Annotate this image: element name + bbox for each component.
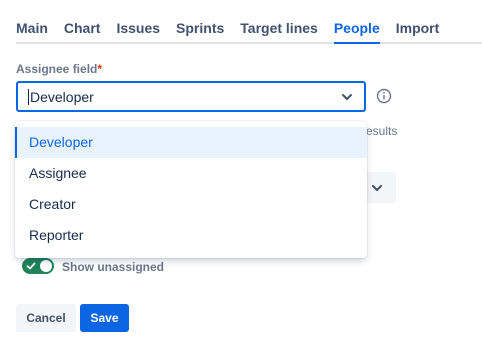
text-cursor — [28, 88, 29, 105]
option-developer[interactable]: Developer — [15, 127, 367, 158]
toggle-knob — [40, 260, 52, 272]
chevron-down-icon — [372, 185, 382, 191]
check-icon — [26, 262, 36, 270]
cancel-button[interactable]: Cancel — [16, 304, 76, 332]
assignee-field-label-text: Assignee field — [16, 62, 98, 76]
assignee-options-menu: Developer Assignee Creator Reporter — [15, 121, 367, 258]
tab-main[interactable]: Main — [16, 18, 48, 42]
tab-chart[interactable]: Chart — [64, 18, 101, 42]
chevron-down-icon[interactable] — [340, 90, 354, 104]
results-hint-text: esults — [366, 124, 398, 138]
tab-import[interactable]: Import — [396, 18, 440, 42]
save-button[interactable]: Save — [80, 304, 129, 332]
option-reporter[interactable]: Reporter — [15, 220, 367, 251]
people-settings-panel: Main Chart Issues Sprints Target lines P… — [0, 0, 482, 356]
info-icon[interactable] — [376, 88, 392, 104]
tab-people[interactable]: People — [333, 18, 380, 44]
tab-sprints[interactable]: Sprints — [176, 18, 224, 42]
assignee-field-label: Assignee field* — [16, 62, 102, 76]
option-creator[interactable]: Creator — [15, 189, 367, 220]
tab-bar: Main Chart Issues Sprints Target lines P… — [16, 18, 482, 44]
show-unassigned-toggle[interactable] — [22, 258, 54, 274]
tab-issues[interactable]: Issues — [116, 18, 160, 42]
assignee-field-select[interactable]: Developer — [16, 81, 366, 112]
tab-target-lines[interactable]: Target lines — [240, 18, 318, 42]
required-marker: * — [97, 62, 103, 76]
show-unassigned-label: Show unassigned — [62, 260, 165, 274]
option-assignee[interactable]: Assignee — [15, 158, 367, 189]
assignee-field-value: Developer — [30, 88, 94, 105]
